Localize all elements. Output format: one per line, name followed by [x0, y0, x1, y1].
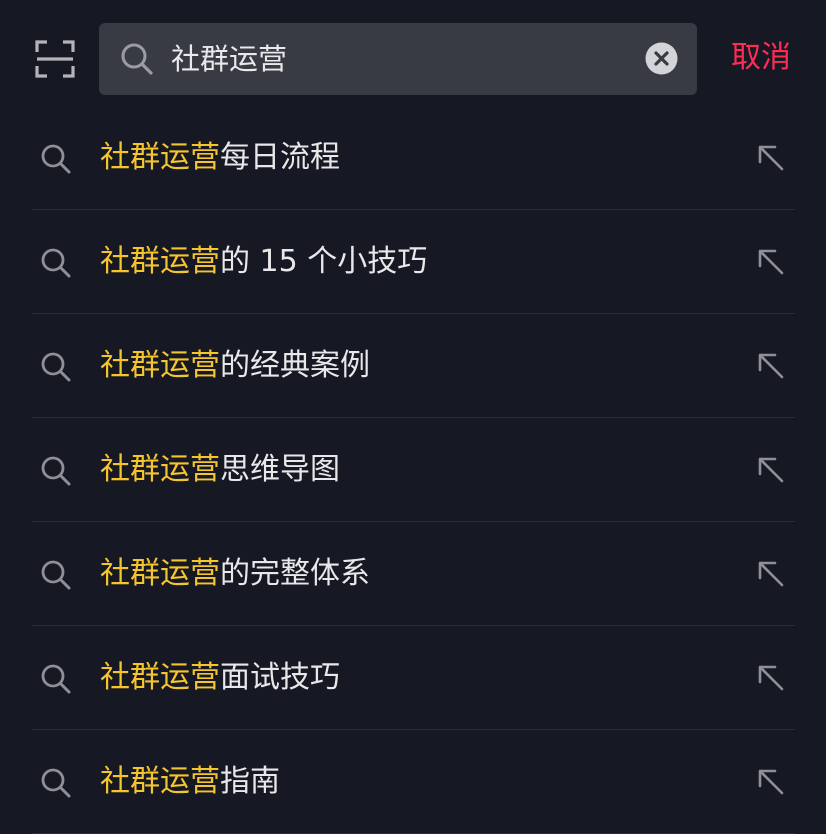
- search-header: 取消: [0, 0, 826, 118]
- suggestion-highlight: 社群运营: [100, 660, 220, 695]
- search-icon: [41, 456, 71, 486]
- arrow-up-left-icon[interactable]: [757, 248, 785, 276]
- suggestion-item[interactable]: 社群运营的 15 个小技巧: [0, 210, 826, 314]
- search-icon: [41, 144, 71, 174]
- scan-icon: [35, 40, 75, 78]
- suggestion-highlight: 社群运营: [100, 348, 220, 383]
- suggestion-rest: 的经典案例: [220, 348, 370, 383]
- arrow-up-left-icon[interactable]: [757, 144, 785, 172]
- suggestion-text: 社群运营每日流程: [100, 138, 340, 178]
- suggestion-highlight: 社群运营: [100, 452, 220, 487]
- search-icon: [41, 248, 71, 278]
- suggestion-rest: 每日流程: [220, 140, 340, 175]
- suggestion-item[interactable]: 社群运营的经典案例: [0, 314, 826, 418]
- arrow-up-left-icon[interactable]: [757, 768, 785, 796]
- arrow-up-left-icon[interactable]: [757, 352, 785, 380]
- suggestion-rest: 的完整体系: [220, 556, 370, 591]
- suggestion-rest: 思维导图: [220, 452, 340, 487]
- suggestion-highlight: 社群运营: [100, 556, 220, 591]
- search-icon: [41, 352, 71, 382]
- suggestion-text: 社群运营的 15 个小技巧: [100, 242, 427, 282]
- suggestion-list: 社群运营每日流程 社群运营的 15 个小技巧 社群运营的经典案例 社群运营思维导…: [0, 106, 826, 834]
- suggestion-highlight: 社群运营: [100, 140, 220, 175]
- search-icon: [41, 664, 71, 694]
- suggestion-item[interactable]: 社群运营每日流程: [0, 106, 826, 210]
- suggestion-rest: 的 15 个小技巧: [220, 244, 428, 279]
- suggestion-text: 社群运营面试技巧: [100, 658, 340, 698]
- suggestion-text: 社群运营的完整体系: [100, 554, 370, 594]
- search-icon: [121, 43, 153, 75]
- search-icon: [41, 560, 71, 590]
- suggestion-text: 社群运营指南: [100, 762, 280, 802]
- suggestion-highlight: 社群运营: [100, 764, 220, 799]
- suggestion-item[interactable]: 社群运营指南: [0, 730, 826, 834]
- suggestion-highlight: 社群运营: [100, 244, 220, 279]
- suggestion-text: 社群运营思维导图: [100, 450, 340, 490]
- arrow-up-left-icon[interactable]: [757, 664, 785, 692]
- suggestion-item[interactable]: 社群运营面试技巧: [0, 626, 826, 730]
- cancel-button[interactable]: 取消: [722, 36, 800, 80]
- suggestion-text: 社群运营的经典案例: [100, 346, 370, 386]
- search-box[interactable]: [99, 23, 697, 95]
- suggestion-item[interactable]: 社群运营的完整体系: [0, 522, 826, 626]
- scan-button[interactable]: [35, 40, 75, 78]
- clear-icon[interactable]: [645, 42, 678, 75]
- arrow-up-left-icon[interactable]: [757, 456, 785, 484]
- suggestion-rest: 面试技巧: [220, 660, 340, 695]
- suggestion-item[interactable]: 社群运营思维导图: [0, 418, 826, 522]
- suggestion-rest: 指南: [220, 764, 280, 799]
- arrow-up-left-icon[interactable]: [757, 560, 785, 588]
- search-input[interactable]: [171, 37, 631, 81]
